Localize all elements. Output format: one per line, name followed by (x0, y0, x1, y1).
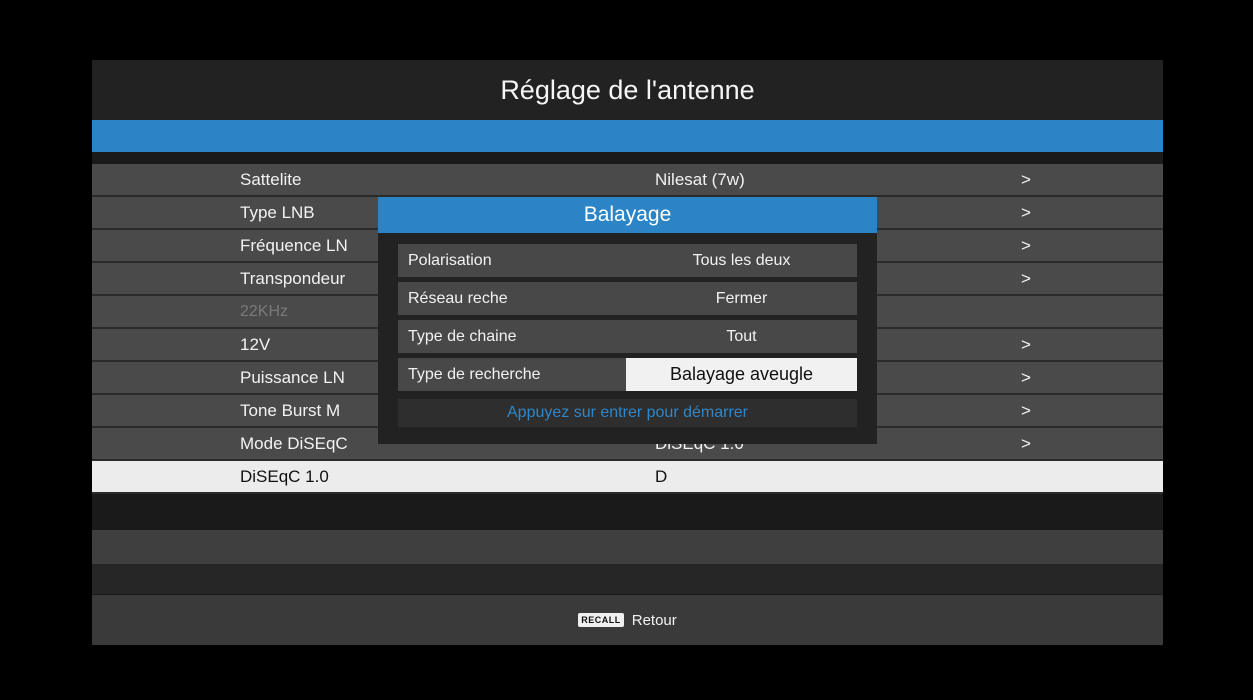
empty-band (92, 564, 1163, 594)
chevron-right-icon: > (1021, 203, 1031, 222)
empty-row (92, 530, 1163, 564)
tv-screen: Réglage de l'antenne Sattelite Nilesat (… (0, 0, 1253, 700)
option-value: Tout (726, 328, 757, 345)
start-scan-hint[interactable]: Appuyez sur entrer pour démarrer (398, 399, 857, 427)
option-label: Type de recherche (408, 366, 541, 383)
setting-row-diseqc-port[interactable]: DiSEqC 1.0 D (92, 461, 1163, 494)
chevron-right-icon: > (1021, 368, 1031, 387)
dialog-title: Balayage (378, 197, 877, 233)
header-accent-bar (92, 120, 1163, 152)
scan-option-network-search[interactable]: Réseau reche Fermer (398, 282, 857, 315)
scan-option-polarization[interactable]: Polarisation Tous les deux (398, 244, 857, 277)
setting-label: Puissance LN (240, 368, 345, 387)
setting-label: DiSEqC 1.0 (240, 467, 329, 486)
option-value: Fermer (715, 290, 768, 307)
option-label: Polarisation (408, 252, 492, 269)
option-label: Réseau reche (408, 290, 508, 307)
footer-bar: RECALL Retour (92, 595, 1163, 645)
scan-dialog: Balayage Polarisation Tous les deux Rése… (378, 197, 877, 444)
setting-label: Sattelite (240, 170, 302, 189)
scan-option-search-type[interactable]: Type de recherche Balayage aveugle (398, 358, 857, 391)
back-hint-label: Retour (631, 611, 677, 629)
chevron-right-icon: > (1021, 170, 1031, 189)
chevron-right-icon: > (1021, 236, 1031, 255)
chevron-right-icon: > (1021, 401, 1031, 420)
setting-label: Type LNB (240, 203, 315, 222)
option-label: Type de chaine (408, 328, 517, 345)
setting-label: Transpondeur (240, 269, 346, 288)
setting-label: Tone Burst M (240, 401, 341, 420)
setting-value: Nilesat (7w) (655, 170, 745, 189)
setting-value: D (655, 467, 668, 486)
chevron-right-icon: > (1021, 335, 1031, 354)
option-value: Balayage aveugle (626, 358, 857, 391)
setting-label: 22KHz (240, 303, 289, 320)
page-title: Réglage de l'antenne (92, 60, 1163, 120)
setting-label: Mode DiSEqC (240, 434, 348, 453)
scan-option-channel-type[interactable]: Type de chaine Tout (398, 320, 857, 353)
setting-label: 12V (240, 335, 271, 354)
recall-key-icon: RECALL (578, 613, 624, 627)
chevron-right-icon: > (1021, 434, 1031, 453)
setting-label: Fréquence LN (240, 236, 348, 255)
chevron-right-icon: > (1021, 269, 1031, 288)
scan-options-list: Polarisation Tous les deux Réseau reche … (398, 244, 857, 396)
option-value: Tous les deux (692, 252, 791, 269)
setting-row-satellite[interactable]: Sattelite Nilesat (7w) > (92, 164, 1163, 197)
